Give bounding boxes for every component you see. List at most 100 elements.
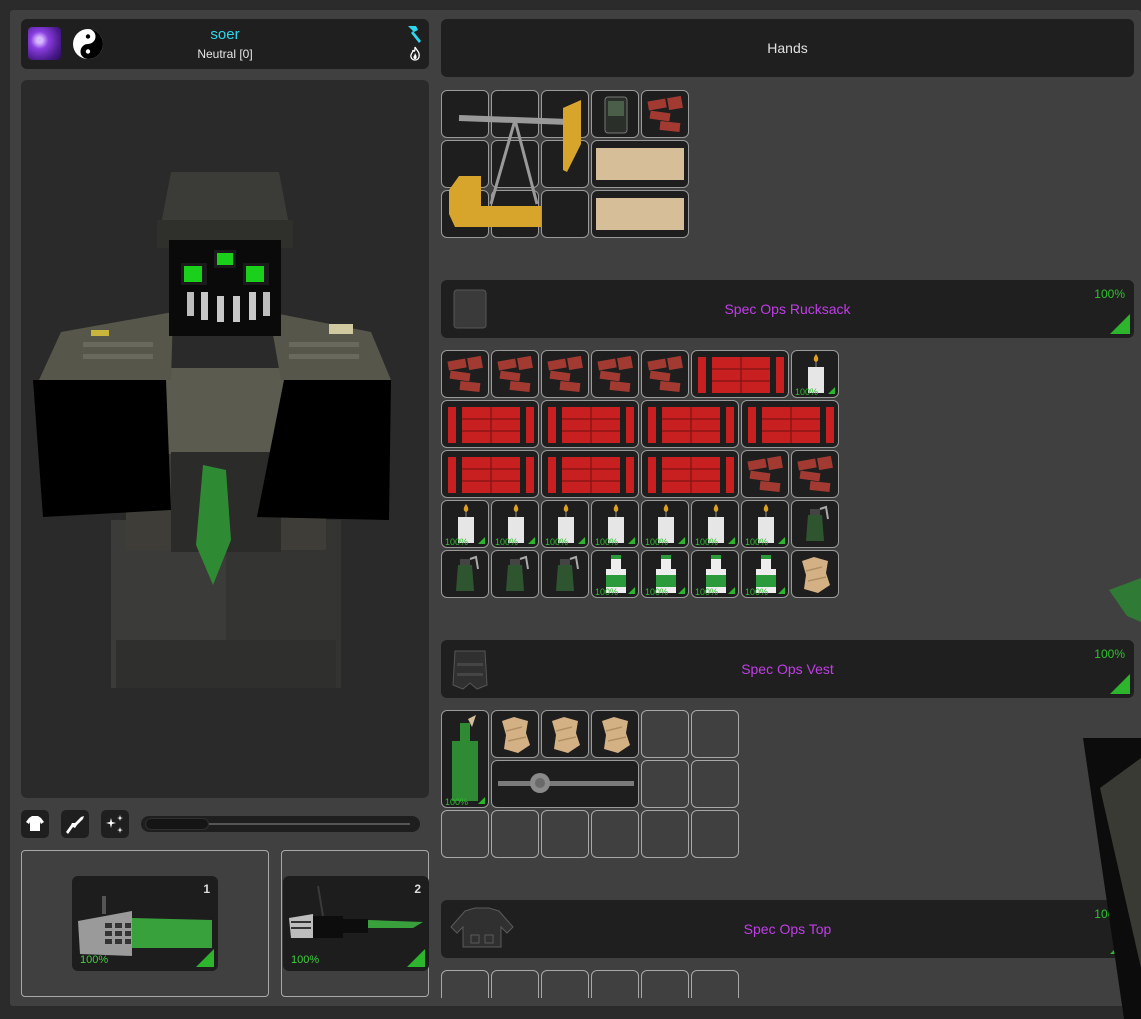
top-cell[interactable] — [691, 970, 739, 998]
quality-indicator — [778, 587, 785, 594]
vest-cell[interactable] — [441, 810, 489, 858]
top-grid-row — [441, 970, 739, 998]
zoom-handle[interactable] — [145, 818, 209, 830]
rucksack-cell[interactable]: 100% — [641, 500, 689, 548]
world-foliage — [1109, 578, 1141, 622]
rucksack-cell[interactable] — [441, 350, 489, 398]
vest-cell[interactable] — [691, 710, 739, 758]
bricks-icon — [497, 355, 533, 393]
vest-cell-wide[interactable] — [491, 760, 639, 808]
zoom-slider[interactable] — [141, 816, 420, 832]
rucksack-cell[interactable]: 100% — [641, 550, 689, 598]
rucksack-cell[interactable]: 100% — [741, 550, 789, 598]
dynamite-icon — [448, 407, 534, 443]
rucksack-cell[interactable]: 100% — [541, 500, 589, 548]
rucksack-cell[interactable] — [541, 550, 589, 598]
vest-cell[interactable] — [541, 810, 589, 858]
rucksack-cell[interactable]: 100% — [691, 550, 739, 598]
fire-icon[interactable] — [407, 46, 423, 62]
hands-cell[interactable] — [591, 90, 639, 138]
rucksack-cell[interactable] — [741, 400, 839, 448]
quality-indicator — [678, 587, 685, 594]
dynamite-icon — [548, 457, 634, 493]
weapon-quality: 100% — [291, 954, 320, 966]
grenade-icon — [506, 555, 529, 591]
rucksack-cell[interactable] — [541, 350, 589, 398]
secondary-weapon-item[interactable]: 2 100% — [283, 876, 429, 971]
vest-cell[interactable] — [491, 810, 539, 858]
rucksack-cell[interactable] — [491, 550, 539, 598]
grenade-icon — [556, 555, 579, 591]
primary-weapon-item[interactable]: 1 100% — [72, 876, 218, 971]
rucksack-cell[interactable] — [541, 400, 639, 448]
top-cell[interactable] — [441, 970, 489, 998]
rucksack-cell[interactable]: 100% — [691, 500, 739, 548]
rucksack-cell[interactable]: 100% — [741, 500, 789, 548]
rucksack-header[interactable]: Spec Ops Rucksack 100% — [441, 280, 1134, 338]
quality-indicator — [628, 537, 635, 544]
rucksack-cell[interactable] — [641, 400, 739, 448]
rucksack-cell[interactable] — [641, 350, 689, 398]
rucksack-cell[interactable] — [441, 550, 489, 598]
rucksack-cell[interactable] — [591, 350, 639, 398]
sparkle-icon — [106, 815, 123, 833]
vest-grid: 100% — [441, 710, 739, 858]
rucksack-cell[interactable] — [791, 500, 839, 548]
rucksack-cell[interactable] — [641, 450, 739, 498]
bricks-icon — [547, 355, 583, 393]
item-quality: 100% — [645, 537, 669, 547]
item-quality: 100% — [595, 537, 619, 547]
dynamite-icon — [648, 407, 734, 443]
rucksack-name: Spec Ops Rucksack — [724, 301, 851, 317]
vest-header[interactable]: Spec Ops Vest 100% — [441, 640, 1134, 698]
item-quality: 100% — [745, 537, 769, 547]
rucksack-cell[interactable]: 100% — [791, 350, 839, 398]
rucksack-cell[interactable] — [541, 450, 639, 498]
top-cell[interactable] — [491, 970, 539, 998]
item-quality: 100% — [795, 387, 819, 397]
rucksack-cell[interactable] — [791, 550, 839, 598]
vest-cell[interactable] — [491, 710, 539, 758]
rucksack-cell[interactable] — [791, 450, 839, 498]
secondary-weapon-slot[interactable]: 2 100% — [281, 850, 429, 997]
effects-view-button[interactable] — [101, 810, 129, 838]
vest-cell[interactable] — [591, 710, 639, 758]
player-name: soer — [210, 26, 240, 43]
quality-indicator — [196, 949, 214, 967]
top-cell[interactable] — [641, 970, 689, 998]
bricks-icon — [447, 355, 483, 393]
top-header[interactable]: Spec Ops Top 100% — [441, 900, 1134, 958]
vest-cell[interactable] — [641, 810, 689, 858]
vest-cell-tall[interactable]: 100% — [441, 710, 489, 808]
top-cell[interactable] — [541, 970, 589, 998]
hands-cell-wide[interactable] — [591, 140, 689, 188]
weapon-view-button[interactable] — [61, 810, 89, 838]
rucksack-cell[interactable]: 100% — [441, 500, 489, 548]
character-model — [33, 172, 391, 688]
vest-cell[interactable] — [691, 760, 739, 808]
rucksack-cell[interactable] — [491, 350, 539, 398]
item-quality: 100% — [445, 797, 469, 807]
vest-cell[interactable] — [591, 810, 639, 858]
vest-cell[interactable] — [641, 760, 689, 808]
hammer-icon[interactable] — [402, 23, 424, 45]
character-viewport[interactable] — [21, 80, 429, 798]
vest-cell[interactable] — [541, 710, 589, 758]
rucksack-cell[interactable]: 100% — [491, 500, 539, 548]
rucksack-cell[interactable] — [741, 450, 789, 498]
vest-cell[interactable] — [691, 810, 739, 858]
clothing-view-button[interactable] — [21, 810, 49, 838]
top-cell[interactable] — [591, 970, 639, 998]
rucksack-cell[interactable] — [441, 400, 539, 448]
hands-cell-wide[interactable] — [591, 190, 689, 238]
rucksack-cell[interactable]: 100% — [591, 500, 639, 548]
vest-cell[interactable] — [641, 710, 689, 758]
hands-cell[interactable] — [641, 90, 689, 138]
quality-indicator — [528, 537, 535, 544]
rucksack-cell[interactable] — [691, 350, 789, 398]
bricks-icon — [597, 355, 633, 393]
quality-indicator — [1110, 674, 1130, 694]
primary-weapon-slot[interactable]: 1 100% — [21, 850, 269, 997]
rucksack-cell[interactable] — [441, 450, 539, 498]
rucksack-cell[interactable]: 100% — [591, 550, 639, 598]
